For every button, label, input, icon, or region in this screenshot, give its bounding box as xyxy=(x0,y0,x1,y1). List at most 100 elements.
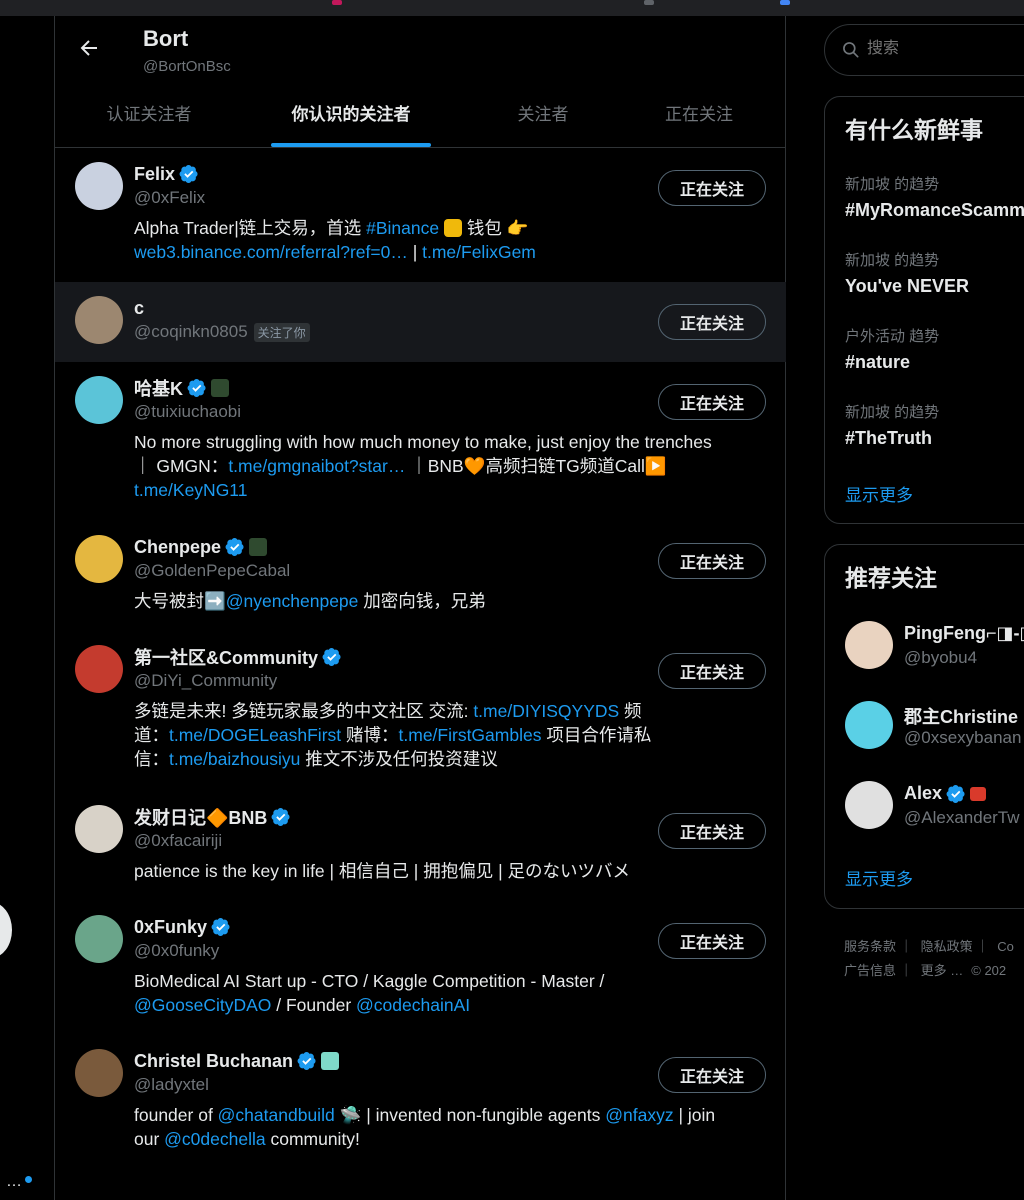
avatar[interactable] xyxy=(75,645,123,693)
user-row[interactable]: 发财日记🔶BNB @0xfacairiji patience is the key … xyxy=(55,791,786,901)
page-header: Bort @BortOnBsc 认证关注者 你认识的关注者 关注者 正在关注 xyxy=(55,16,786,148)
handle-line: @GoldenPepeCabal xyxy=(134,561,290,581)
avatar[interactable] xyxy=(845,781,893,829)
trend-item[interactable]: 新加坡 的趋势 You've NEVER xyxy=(845,249,969,297)
suggested-name[interactable]: Alex xyxy=(904,783,942,804)
following-button[interactable]: 正在关注 xyxy=(658,304,766,340)
name-line: Felix xyxy=(134,162,199,186)
tab-1[interactable]: 你认识的关注者 xyxy=(271,92,431,147)
avatar[interactable] xyxy=(75,535,123,583)
avatar[interactable] xyxy=(75,376,123,424)
avatar[interactable] xyxy=(75,915,123,963)
more-icon[interactable]: … xyxy=(6,1173,23,1191)
following-button[interactable]: 正在关注 xyxy=(658,384,766,420)
bio-text: Alpha Trader|链上交易，首选 xyxy=(134,218,367,238)
avatar[interactable] xyxy=(75,1049,123,1097)
search-input[interactable] xyxy=(865,39,1024,59)
footer-link[interactable]: 隐私政策 ｜ xyxy=(921,939,990,954)
footer-link[interactable]: 服务条款 ｜ xyxy=(844,939,913,954)
trends-show-more[interactable]: 显示更多 xyxy=(845,481,913,506)
user-name[interactable]: 发财日记🔶BNB xyxy=(134,804,267,830)
bio-text: 项目合作请私 xyxy=(541,725,652,745)
suggested-name[interactable]: 郡主Christine xyxy=(904,703,1018,729)
footer-link[interactable]: 广告信息 ｜ xyxy=(844,963,913,978)
user-name[interactable]: Chenpepe xyxy=(134,537,221,558)
name-line: c xyxy=(134,296,144,320)
bio-link[interactable]: @c0dechella xyxy=(164,1129,265,1149)
trend-item[interactable]: 户外活动 趋势 #nature xyxy=(845,325,939,373)
user-name[interactable]: 第一社区&Community xyxy=(134,644,318,670)
avatar[interactable] xyxy=(845,701,893,749)
avatar[interactable] xyxy=(75,805,123,853)
following-button[interactable]: 正在关注 xyxy=(658,170,766,206)
user-name[interactable]: 哈基K xyxy=(134,375,183,401)
bio-link[interactable]: @GooseCityDAO xyxy=(134,995,271,1015)
following-button[interactable]: 正在关注 xyxy=(658,923,766,959)
trend-name: #TheTruth xyxy=(845,428,933,448)
name-line: 发财日记🔶BNB xyxy=(134,805,291,829)
bio-link[interactable]: t.me/gmgnaibot?star… xyxy=(228,456,405,476)
suggest-show-more[interactable]: 显示更多 xyxy=(845,865,913,890)
footer-link[interactable]: 更多 … xyxy=(921,963,964,978)
bio-text: 加密向钱，兄弟 xyxy=(358,591,486,611)
user-name[interactable]: Christel Buchanan xyxy=(134,1051,293,1072)
bio-link[interactable]: t.me/FelixGem xyxy=(422,242,536,262)
user-row[interactable]: Christel Buchanan @ladyxtel founder of @ch… xyxy=(55,1035,786,1185)
bio-link[interactable]: @chatandbuild xyxy=(218,1105,335,1125)
name-line: Christel Buchanan xyxy=(134,1049,340,1073)
suggested-user[interactable]: 郡主Christine @0xsexybanan xyxy=(845,701,1024,751)
bio-link[interactable]: t.me/FirstGambles xyxy=(399,725,542,745)
user-name[interactable]: 0xFunky xyxy=(134,917,207,938)
suggested-handle: @AlexanderTw xyxy=(904,808,1020,827)
user-name[interactable]: c xyxy=(134,298,144,319)
user-row[interactable]: 0xFunky @0x0funky BioMedical AI Start up -… xyxy=(55,901,786,1035)
following-button[interactable]: 正在关注 xyxy=(658,813,766,849)
tab-2[interactable]: 关注者 xyxy=(495,92,591,147)
bio-link[interactable]: web3.binance.com/referral?ref=0… xyxy=(134,242,408,262)
back-arrow-icon[interactable] xyxy=(77,36,101,60)
user-row[interactable]: Chenpepe @GoldenPepeCabal 大号被封➡️@nyenchenp… xyxy=(55,521,786,631)
bio-link[interactable]: t.me/DOGELeashFirst xyxy=(169,725,341,745)
user-name[interactable]: Felix xyxy=(134,164,175,185)
suggested-handle: @0xsexybanan xyxy=(904,728,1022,747)
tab-0[interactable]: 认证关注者 xyxy=(79,92,219,147)
tab-favicon xyxy=(332,0,342,5)
suggested-name-line: PingFeng⌐◨-◨ xyxy=(904,623,1024,644)
avatar[interactable] xyxy=(75,162,123,210)
tab-3[interactable]: 正在关注 xyxy=(641,92,757,147)
following-button[interactable]: 正在关注 xyxy=(658,1057,766,1093)
footer-link[interactable]: Co xyxy=(997,939,1014,954)
trend-item[interactable]: 新加坡 的趋势 #TheTruth xyxy=(845,401,939,449)
bio-link[interactable]: t.me/DIYISQYYDS xyxy=(473,701,619,721)
bio-link[interactable]: t.me/KeyNG11 xyxy=(134,480,247,500)
suggested-user[interactable]: PingFeng⌐◨-◨ @byobu4 xyxy=(845,621,1024,671)
avatar[interactable] xyxy=(75,296,123,344)
suggested-user[interactable]: Alex @AlexanderTw xyxy=(845,781,1024,831)
user-row[interactable]: c @coqinkn0805 关注了你 正在关注 xyxy=(55,282,786,362)
bio-link[interactable]: @nyenchenpepe xyxy=(226,591,359,611)
tab-label: 正在关注 xyxy=(665,105,733,124)
footer-link[interactable]: © 202 xyxy=(971,963,1006,978)
search-box[interactable] xyxy=(824,24,1024,76)
bio-link[interactable]: @nfaxyz xyxy=(605,1105,673,1125)
user-row[interactable]: 第一社区&Community @DiYi_Community 多链是未来! 多链玩家… xyxy=(55,631,786,791)
user-row[interactable]: Felix @0xFelix Alpha Trader|链上交易，首选 #Binan… xyxy=(55,148,786,282)
page-title: Bort xyxy=(143,26,189,51)
following-button[interactable]: 正在关注 xyxy=(658,543,766,579)
trend-item[interactable]: 新加坡 的趋势 #MyRomanceScamm xyxy=(845,173,1024,221)
trend-name: #nature xyxy=(845,352,911,372)
bio-link[interactable]: @codechainAI xyxy=(356,995,470,1015)
tab-label: 你认识的关注者 xyxy=(291,105,411,124)
bio-text: community! xyxy=(265,1129,360,1149)
handle-line: @tuixiuchaobi xyxy=(134,402,241,422)
bio-link[interactable]: t.me/baizhousiyu xyxy=(169,749,300,769)
bio-text: 多链是未来! 多链玩家最多的中文社区 交流: xyxy=(134,701,474,721)
user-bio: No more struggling with how much money t… xyxy=(134,430,774,502)
page-handle: @BortOnBsc xyxy=(143,58,231,75)
bio-link[interactable]: #Binance xyxy=(366,218,439,238)
avatar[interactable] xyxy=(845,621,893,669)
following-button[interactable]: 正在关注 xyxy=(658,653,766,689)
tab-label: 认证关注者 xyxy=(106,105,192,124)
user-row[interactable]: 哈基K @tuixiuchaobi No more struggling with … xyxy=(55,362,786,521)
suggested-name[interactable]: PingFeng⌐◨-◨ xyxy=(904,623,1024,644)
